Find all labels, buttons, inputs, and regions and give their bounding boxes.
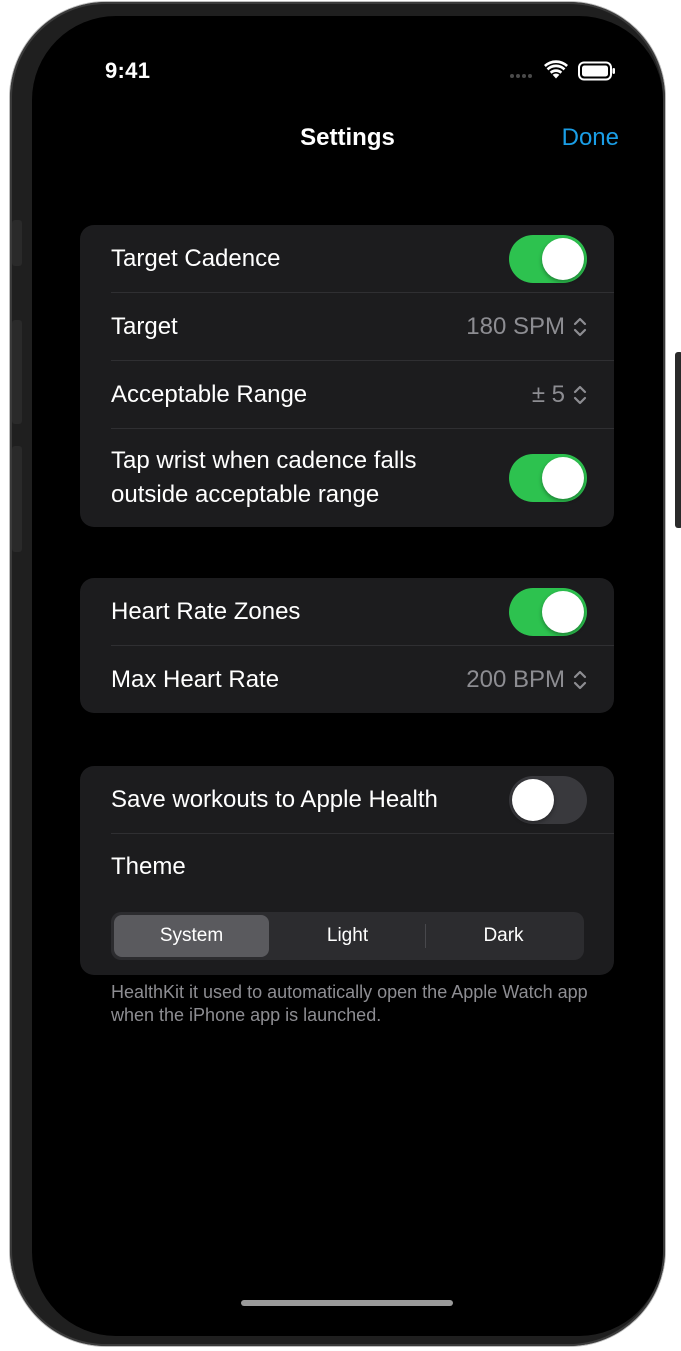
- theme-segmented-control: System Light Dark: [111, 912, 584, 960]
- heart-rate-zones-row: Heart Rate Zones: [111, 578, 614, 646]
- target-value-picker[interactable]: 180 SPM: [466, 313, 587, 341]
- toggle-knob: [542, 237, 584, 280]
- tap-wrist-toggle[interactable]: [509, 454, 587, 502]
- battery-icon: [578, 61, 615, 81]
- status-time: 9:41: [105, 58, 151, 83]
- max-heart-rate-label: Max Heart Rate: [111, 665, 280, 693]
- theme-option-light[interactable]: Light: [270, 915, 425, 957]
- save-workouts-row: Save workouts to Apple Health: [111, 766, 614, 834]
- heart-rate-zones-label: Heart Rate Zones: [111, 597, 301, 625]
- cadence-settings-group: Target Cadence Target 180 SPM Acceptable…: [80, 225, 614, 527]
- volume-down-button: [12, 446, 22, 552]
- chevron-updown-icon: [573, 670, 587, 689]
- notch: [222, 16, 472, 78]
- healthkit-footer-note: HealthKit it used to automatically open …: [111, 982, 588, 1025]
- screen: 9:41 Settings Done Target Cadence Target: [32, 16, 663, 1336]
- target-cadence-toggle[interactable]: [509, 234, 587, 283]
- theme-row: Theme: [111, 834, 614, 900]
- save-workouts-toggle[interactable]: [509, 775, 587, 824]
- wifi-icon: [544, 60, 568, 79]
- max-heart-rate-row[interactable]: Max Heart Rate 200 BPM: [111, 646, 614, 713]
- toggle-knob: [512, 778, 554, 821]
- target-label: Target: [111, 312, 178, 340]
- phone-frame: 9:41 Settings Done Target Cadence Target: [10, 2, 681, 1346]
- tap-wrist-row: Tap wrist when cadence falls outside acc…: [111, 429, 614, 527]
- target-value: 180 SPM: [466, 312, 565, 340]
- theme-option-dark[interactable]: Dark: [426, 915, 581, 957]
- done-button[interactable]: Done: [562, 124, 619, 152]
- toggle-knob: [542, 590, 584, 633]
- max-heart-rate-picker[interactable]: 200 BPM: [466, 666, 587, 694]
- theme-option-system[interactable]: System: [114, 915, 269, 957]
- save-workouts-label: Save workouts to Apple Health: [111, 785, 438, 813]
- toggle-knob: [542, 457, 584, 499]
- health-theme-settings-group: Save workouts to Apple Health Theme Syst…: [80, 766, 614, 975]
- theme-label: Theme: [111, 853, 186, 880]
- tap-wrist-label: Tap wrist when cadence falls outside acc…: [111, 447, 417, 508]
- acceptable-range-label: Acceptable Range: [111, 380, 308, 408]
- heart-rate-zones-toggle[interactable]: [509, 587, 587, 636]
- volume-up-button: [12, 320, 22, 424]
- target-cadence-row: Target Cadence: [111, 225, 614, 293]
- signal-icon: [510, 74, 536, 80]
- chevron-updown-icon: [573, 385, 587, 404]
- target-cadence-label: Target Cadence: [111, 244, 281, 272]
- chevron-updown-icon: [573, 317, 587, 336]
- target-row[interactable]: Target 180 SPM: [111, 293, 614, 361]
- acceptable-range-value: ± 5: [531, 380, 565, 408]
- side-button: [675, 352, 681, 528]
- heart-rate-settings-group: Heart Rate Zones Max Heart Rate 200 BPM: [80, 578, 614, 713]
- mute-switch: [12, 220, 22, 266]
- home-indicator[interactable]: [241, 1300, 453, 1306]
- max-heart-rate-value: 200 BPM: [466, 665, 565, 693]
- acceptable-range-row[interactable]: Acceptable Range ± 5: [111, 361, 614, 429]
- acceptable-range-picker[interactable]: ± 5: [532, 381, 587, 409]
